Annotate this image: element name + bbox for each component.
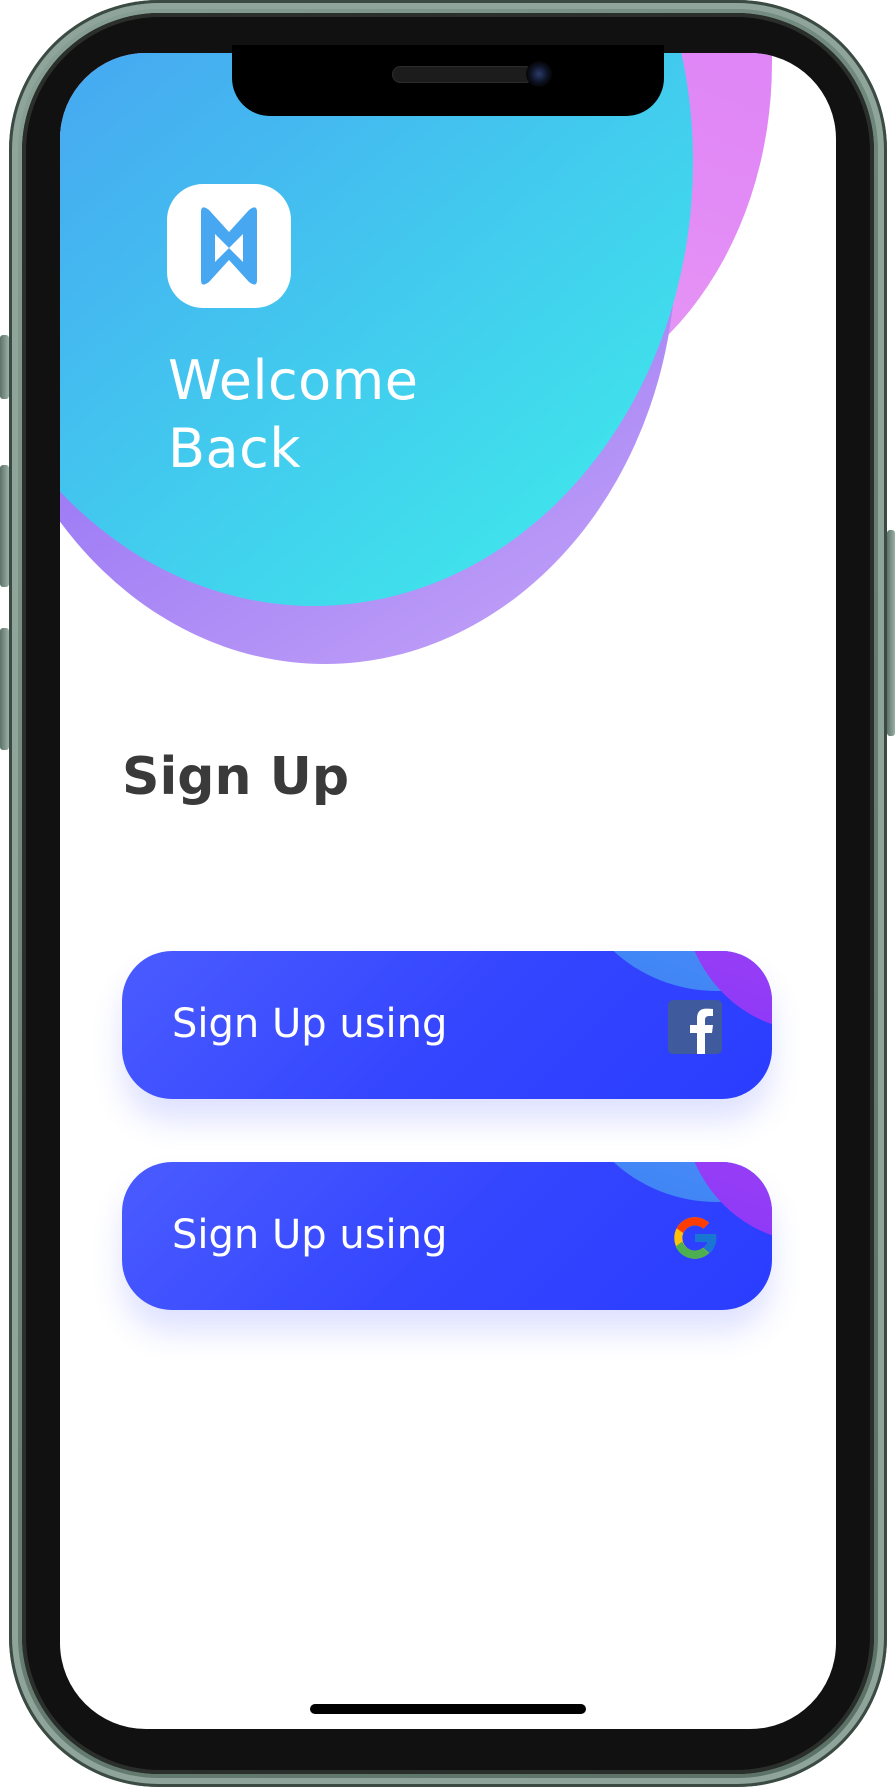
phone-power-button <box>887 530 895 736</box>
welcome-line-1: Welcome <box>168 349 419 412</box>
front-camera-icon <box>526 61 552 87</box>
sign-up-facebook-button[interactable]: Sign Up using <box>122 951 772 1099</box>
sign-up-title: Sign Up <box>122 747 350 807</box>
hero-cyan-blob <box>60 53 693 606</box>
welcome-line-2: Back <box>168 417 302 480</box>
app-logo-icon <box>167 184 291 308</box>
facebook-icon <box>668 1000 722 1054</box>
sign-up-google-label: Sign Up using <box>172 1212 448 1258</box>
home-indicator[interactable] <box>310 1704 586 1714</box>
app-screen: Welcome Back Sign Up Sign Up using Sign … <box>60 53 836 1729</box>
phone-notch <box>232 45 664 116</box>
phone-volume-down-button <box>0 628 9 750</box>
phone-mute-switch <box>0 335 9 399</box>
phone-volume-up-button <box>0 465 9 587</box>
sign-up-facebook-label: Sign Up using <box>172 1001 448 1047</box>
speaker-grille <box>392 66 534 83</box>
sign-up-google-button[interactable]: Sign Up using <box>122 1162 772 1310</box>
welcome-heading: Welcome Back <box>168 347 568 483</box>
google-icon <box>674 1217 718 1259</box>
